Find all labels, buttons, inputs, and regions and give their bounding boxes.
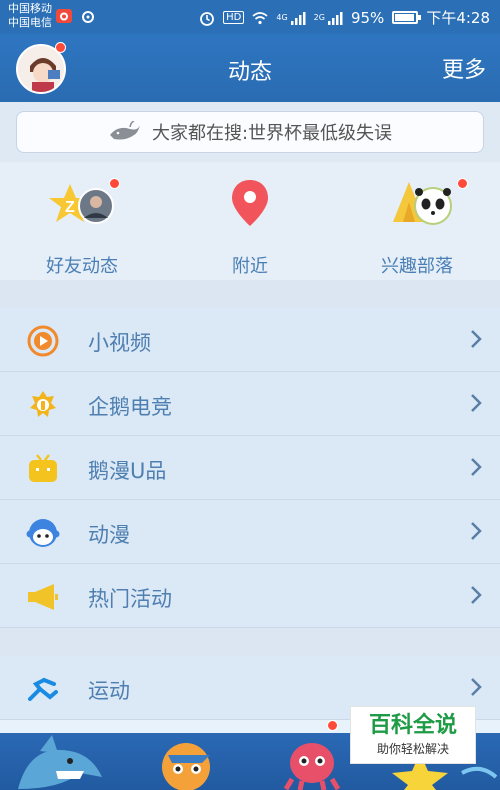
esports-icon: [30, 391, 56, 417]
svg-text:Z: Z: [65, 199, 75, 216]
megaphone-icon: [28, 584, 58, 610]
notification-icons: [56, 8, 96, 24]
quick-label: 兴趣部落: [381, 256, 453, 277]
app-header: 动态 更多: [0, 34, 500, 102]
section-divider: [0, 628, 500, 656]
quick-label: 附近: [232, 256, 268, 277]
weibo-notification-icon: [56, 9, 72, 23]
watermark-subtitle: 助你轻松解决: [376, 742, 449, 756]
menu-label: 小视频: [88, 331, 151, 355]
battery-icon: [392, 11, 422, 24]
quick-label: 好友动态: [46, 256, 118, 277]
chevron-right-icon: [471, 586, 482, 604]
running-icon: [28, 678, 58, 701]
more-button[interactable]: 更多: [442, 52, 486, 84]
network-4g-label: 4G: [276, 13, 288, 22]
anime-icon: [26, 519, 60, 547]
chevron-right-icon: [471, 678, 482, 696]
menu-group-1: 小视频 企鹅电竞 鹅漫U品 动漫 热门活动: [0, 308, 500, 628]
network-2g-label: 2G: [313, 13, 325, 22]
watermark-logo: 百科全说 助你轻松解决: [350, 706, 476, 764]
video-icon: [27, 325, 59, 357]
menu-label: 运动: [88, 679, 130, 703]
wifi-icon: [252, 11, 268, 24]
interest-tribe-icon: [347, 176, 487, 238]
search-bar[interactable]: 大家都在搜:世界杯最低级失误: [16, 111, 484, 153]
alarm-icon: [200, 11, 215, 26]
signal-icon-1: [290, 11, 306, 25]
search-section: 大家都在搜:世界杯最低级失误: [0, 102, 500, 162]
watermark-title: 百科全说: [368, 713, 457, 738]
bottom-badge: [327, 720, 338, 731]
chevron-right-icon: [471, 458, 482, 476]
quick-access-row: Z 好友动态 附近 兴趣部落: [0, 162, 500, 280]
search-hint: 大家都在搜:世界杯最低级失误: [151, 123, 393, 144]
carrier-1: 中国移动: [8, 2, 52, 15]
sync-notification-icon: [82, 11, 94, 23]
menu-item-goose-comic-goods[interactable]: 鹅漫U品: [0, 436, 500, 500]
friends-feed-icon: Z: [12, 176, 152, 238]
system-status: HD 4G 2G 95% 下午4:28: [199, 7, 490, 28]
whale-icon: [109, 121, 140, 140]
chevron-right-icon: [471, 394, 482, 412]
interest-tribe-badge: [457, 178, 468, 189]
location-pin-icon: [180, 176, 320, 238]
menu-label: 热门活动: [88, 587, 172, 611]
menu-label: 动漫: [88, 523, 130, 547]
status-bar: 中国移动 中国电信 HD 4G 2G 95% 下午4:28: [0, 0, 500, 34]
signal-icon-2: [327, 11, 343, 25]
carrier-info: 中国移动 中国电信: [8, 2, 52, 30]
menu-label: 鹅漫U品: [88, 459, 167, 483]
avatar-badge: [55, 42, 66, 53]
battery-percent: 95%: [350, 8, 385, 27]
chevron-right-icon: [471, 330, 482, 348]
page-title: 动态: [227, 60, 272, 85]
menu-item-short-video[interactable]: 小视频: [0, 308, 500, 372]
menu-label: 企鹅电竞: [88, 395, 172, 419]
section-divider: [0, 280, 500, 308]
menu-item-hot-events[interactable]: 热门活动: [0, 564, 500, 628]
menu-item-anime[interactable]: 动漫: [0, 500, 500, 564]
hd-badge: HD: [223, 11, 245, 24]
chevron-right-icon: [471, 522, 482, 540]
tv-icon: [29, 454, 57, 482]
clock: 下午4:28: [426, 9, 490, 27]
menu-item-esports[interactable]: 企鹅电竞: [0, 372, 500, 436]
friends-feed-badge: [109, 178, 120, 189]
carrier-2: 中国电信: [8, 16, 52, 29]
